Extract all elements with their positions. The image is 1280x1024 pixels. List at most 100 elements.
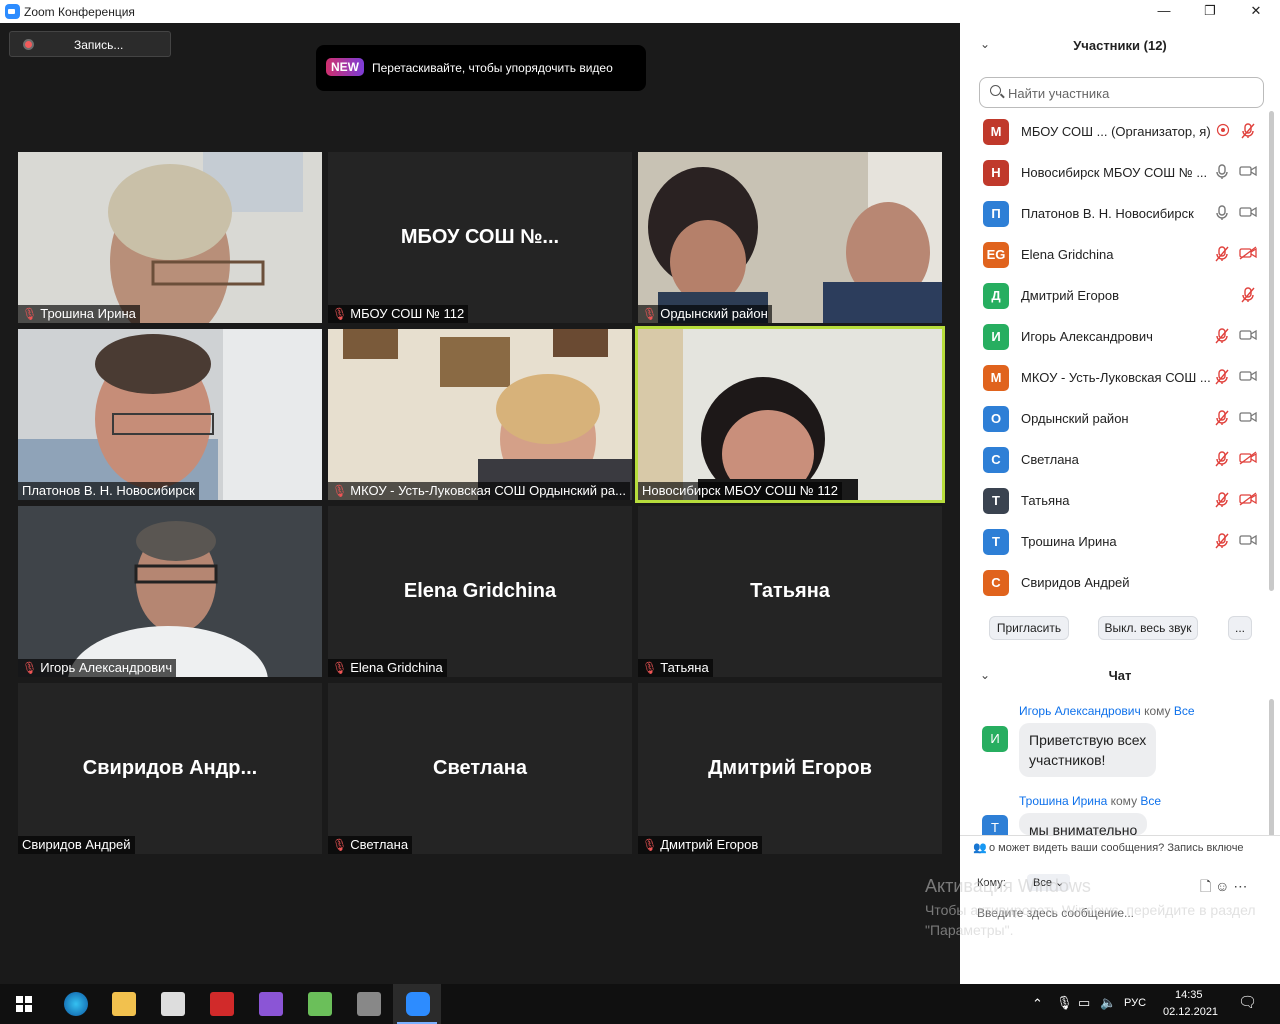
video-tile[interactable]: Светлана 🎙 Светлана — [328, 683, 632, 854]
taskbar-explorer[interactable] — [99, 984, 147, 1024]
video-tile[interactable]: 🎙 Ордынский район — [638, 152, 942, 323]
participant-row[interactable]: И Игорь Александрович — [960, 316, 1270, 357]
taskbar-visual-studio[interactable] — [246, 984, 294, 1024]
participant-row[interactable]: Т Трошина Ирина — [960, 521, 1270, 562]
camera-icon[interactable] — [1239, 205, 1257, 219]
tile-name-label: 🎙 Татьяна — [638, 659, 713, 677]
mic-muted-icon: 🎙 — [22, 307, 38, 321]
tile-name-label: 🎙 МБОУ СОШ № 112 — [328, 305, 469, 323]
network-icon[interactable]: ▭ — [1078, 995, 1090, 1011]
video-tile[interactable]: 🎙 Трошина Ирина — [18, 152, 322, 323]
mic-muted-icon: 🎙 — [642, 307, 658, 321]
mic-muted-icon[interactable] — [1215, 246, 1229, 262]
camera-icon[interactable] — [1239, 533, 1257, 547]
participant-avatar: С — [983, 447, 1009, 473]
participant-search-input[interactable]: Найти участника — [979, 77, 1264, 108]
participants-scrollbar[interactable] — [1269, 111, 1274, 591]
taskbar-store[interactable] — [148, 984, 196, 1024]
tile-name-label: 🎙 Игорь Александрович — [18, 659, 177, 677]
chat-visibility-notice[interactable]: 👥 о может видеть ваши сообщения? Запись … — [960, 835, 1280, 859]
microphone-icon[interactable]: 🎙 — [1056, 995, 1073, 1011]
camera-off-icon[interactable] — [1239, 246, 1257, 260]
mic-muted-icon[interactable] — [1215, 369, 1229, 385]
clock-time[interactable]: 14:35 — [1175, 989, 1203, 1001]
maximize-button[interactable]: ❐ — [1187, 0, 1233, 23]
video-tile[interactable]: Свиридов Андр... Свиридов Андрей — [18, 683, 322, 854]
video-tile[interactable]: Платонов В. Н. Новосибирск — [18, 329, 322, 500]
video-tile[interactable]: 🎙 МКОУ - Усть-Луковская СОШ Ордынский ра.… — [328, 329, 632, 500]
search-placeholder: Найти участника — [1008, 86, 1110, 101]
mic-icon[interactable] — [1215, 164, 1229, 180]
notifications-icon[interactable]: 🗨 — [1238, 993, 1257, 1011]
volume-icon[interactable]: 🔈 — [1100, 995, 1116, 1011]
tile-name-label: Свиридов Андрей — [18, 836, 135, 854]
taskbar-zoom[interactable] — [393, 984, 441, 1024]
clock-date[interactable]: 02.12.2021 — [1163, 1006, 1218, 1018]
video-tile[interactable]: Дмитрий Егоров 🎙 Дмитрий Егоров — [638, 683, 942, 854]
recording-button[interactable]: Запись... — [9, 31, 171, 57]
video-tile[interactable]: МБОУ СОШ №... 🎙 МБОУ СОШ № 112 — [328, 152, 632, 323]
taskbar-edge[interactable] — [51, 984, 99, 1024]
more-options-button[interactable]: ... — [1228, 616, 1252, 640]
participant-row[interactable]: М МБОУ СОШ ... (Организатор, я) — [960, 111, 1270, 152]
start-button[interactable] — [0, 984, 48, 1024]
video-tile-active-speaker[interactable]: Новосибирск МБОУ СОШ № 112 — [635, 326, 945, 503]
participant-avatar: Д — [983, 283, 1009, 309]
windows-start-icon — [16, 996, 32, 1012]
mic-muted-icon[interactable] — [1215, 533, 1229, 549]
participant-avatar: С — [983, 570, 1009, 596]
tile-display-name: Свиридов Андр... — [82, 757, 258, 779]
recording-label: Запись... — [74, 38, 124, 52]
camera-icon[interactable] — [1239, 164, 1257, 178]
taskbar-app2[interactable] — [295, 984, 343, 1024]
chat-scrollbar[interactable] — [1269, 699, 1274, 837]
more-icon[interactable]: ⋯ — [1233, 878, 1247, 894]
file-icon[interactable]: 🗋 — [1200, 878, 1211, 894]
participant-video — [328, 329, 632, 500]
video-tile[interactable]: 🎙 Игорь Александрович — [18, 506, 322, 677]
visual-studio-icon — [259, 992, 283, 1016]
camera-off-icon[interactable] — [1239, 492, 1257, 506]
close-button[interactable]: ✕ — [1233, 0, 1279, 23]
participant-row[interactable]: О Ордынский район — [960, 398, 1270, 439]
mute-all-button[interactable]: Выкл. весь звук — [1098, 616, 1198, 640]
participant-name: Elena Gridchina — [1021, 247, 1114, 262]
participant-row[interactable]: Т Татьяна — [960, 480, 1270, 521]
mic-muted-icon[interactable] — [1215, 328, 1229, 344]
chat-message-bubble: Приветствую всех участников! — [1019, 723, 1157, 777]
record-icon — [23, 39, 34, 50]
participant-row[interactable]: EG Elena Gridchina — [960, 234, 1270, 275]
camera-icon[interactable] — [1239, 369, 1257, 383]
mic-muted-icon[interactable] — [1215, 410, 1229, 426]
camera-off-icon[interactable] — [1239, 451, 1257, 465]
participant-row[interactable]: Д Дмитрий Егоров — [960, 275, 1270, 316]
participant-row[interactable]: С Свиридов Андрей — [960, 562, 1270, 603]
emoji-icon[interactable]: ☺ — [1215, 878, 1229, 894]
video-tile[interactable]: Татьяна 🎙 Татьяна — [638, 506, 942, 677]
minimize-button[interactable]: — — [1141, 0, 1187, 23]
video-tile[interactable]: Elena Gridchina 🎙 Elena Gridchina — [328, 506, 632, 677]
mic-muted-icon[interactable] — [1215, 492, 1229, 508]
mic-muted-icon[interactable] — [1241, 287, 1255, 303]
mic-muted-icon: 🎙 — [642, 661, 658, 675]
side-panel: ⌄ Участники (12) Найти участника М МБОУ С… — [960, 23, 1280, 984]
mic-muted-icon: 🎙 — [22, 661, 38, 675]
camera-icon[interactable] — [1239, 410, 1257, 424]
mic-muted-icon[interactable] — [1215, 451, 1229, 467]
participant-row[interactable]: М МКОУ - Усть-Луковская СОШ ... — [960, 357, 1270, 398]
store-icon — [161, 992, 185, 1016]
participant-row[interactable]: С Светлана — [960, 439, 1270, 480]
participant-avatar: О — [983, 406, 1009, 432]
language-indicator[interactable]: РУС — [1124, 997, 1146, 1009]
camera-icon[interactable] — [1239, 328, 1257, 342]
show-hidden-icons-chevron-icon[interactable]: ⌃ — [1032, 996, 1043, 1012]
taskbar-calculator[interactable] — [344, 984, 392, 1024]
taskbar-app[interactable] — [197, 984, 245, 1024]
mic-muted-icon[interactable] — [1241, 123, 1255, 139]
drag-tip-banner: NEW Перетаскивайте, чтобы упорядочить ви… — [316, 45, 646, 91]
invite-button[interactable]: Пригласить — [989, 616, 1069, 640]
zoom-icon — [406, 992, 430, 1016]
participant-row[interactable]: П Платонов В. Н. Новосибирск — [960, 193, 1270, 234]
participant-row[interactable]: Н Новосибирск МБОУ СОШ № ... — [960, 152, 1270, 193]
mic-icon[interactable] — [1215, 205, 1229, 221]
